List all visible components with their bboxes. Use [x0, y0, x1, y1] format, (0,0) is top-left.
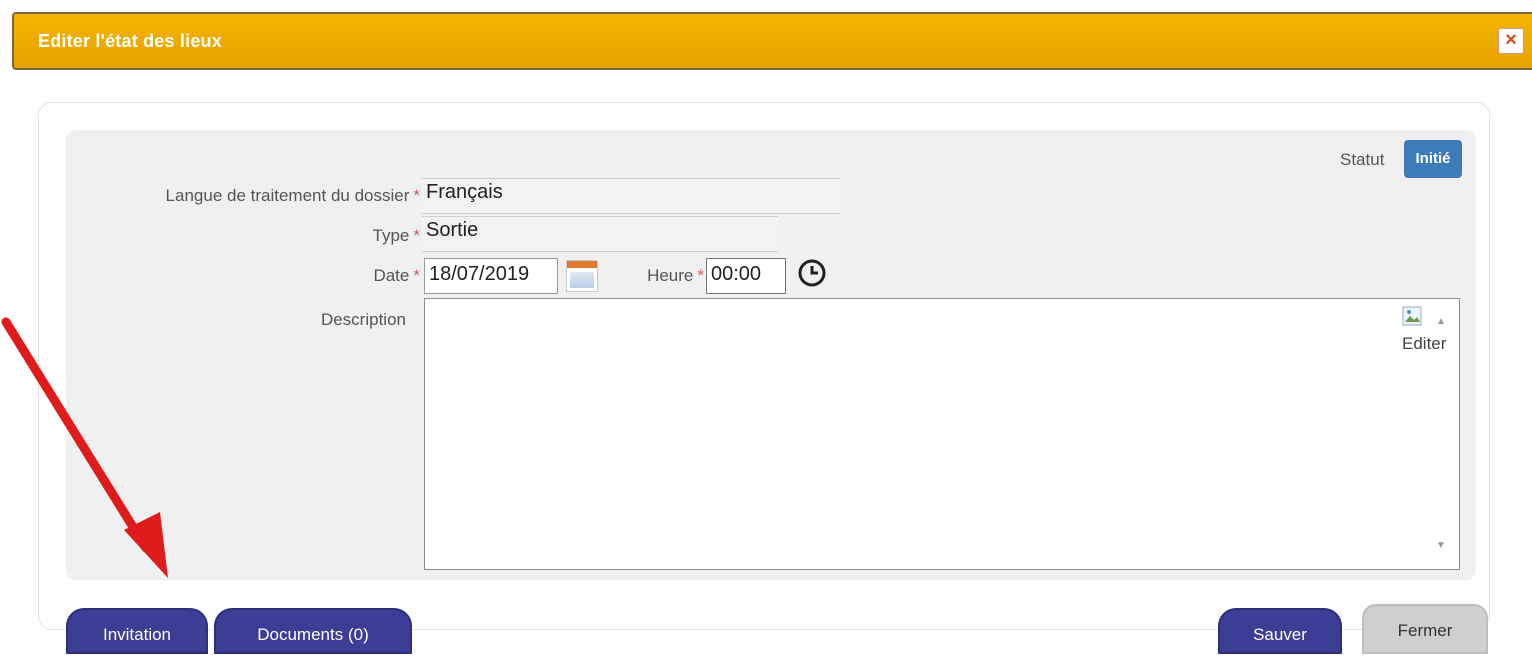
- sauver-button[interactable]: Sauver: [1218, 608, 1342, 654]
- langue-value: Français: [422, 178, 840, 214]
- date-input[interactable]: 18/07/2019: [424, 258, 558, 294]
- scroll-up-icon[interactable]: ▲: [1434, 316, 1448, 328]
- invitation-button[interactable]: Invitation: [66, 608, 208, 654]
- heure-label: Heure *: [647, 266, 704, 285]
- description-textarea[interactable]: [424, 298, 1460, 570]
- dialog-titlebar: Editer l'état des lieux: [12, 12, 1532, 70]
- documents-button[interactable]: Documents (0): [214, 608, 412, 654]
- close-icon[interactable]: ×: [1498, 28, 1524, 54]
- fermer-button[interactable]: Fermer: [1362, 604, 1488, 654]
- editer-link[interactable]: Editer: [1402, 334, 1446, 354]
- status-badge: Initié: [1404, 140, 1462, 178]
- scroll-down-icon[interactable]: ▼: [1434, 540, 1448, 552]
- calendar-icon[interactable]: [566, 260, 598, 292]
- status-label: Statut: [1340, 150, 1385, 169]
- heure-input[interactable]: 00:00: [706, 258, 786, 294]
- broken-image-icon: [1402, 306, 1422, 326]
- annotation-arrow: [1, 317, 168, 578]
- clock-icon[interactable]: [796, 257, 828, 289]
- type-value: Sortie: [422, 216, 778, 252]
